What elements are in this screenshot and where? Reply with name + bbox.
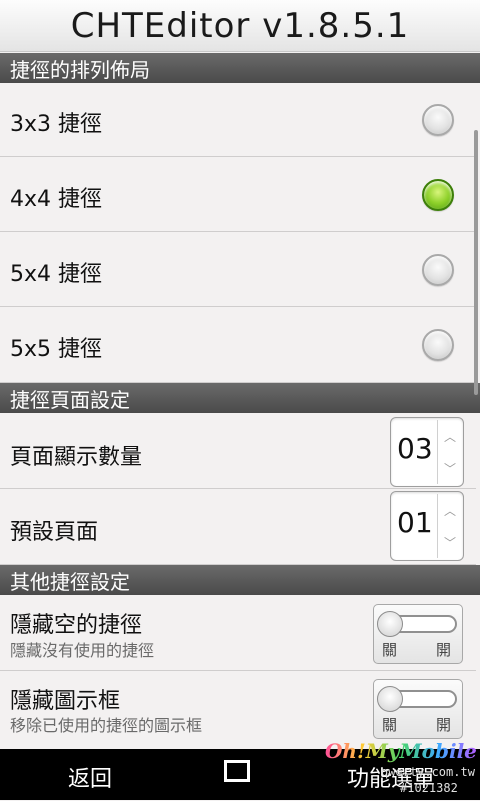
hide-icon-frame-title: 隱藏圖示框	[10, 689, 121, 714]
toggle-off-label: 關	[382, 716, 398, 734]
layout-option-label: 5x4 捷徑	[10, 262, 103, 287]
default-page-value: 01	[397, 506, 433, 539]
hide-empty-subtitle: 隱藏沒有使用的捷徑	[10, 641, 155, 660]
layout-option-4x4[interactable]: 4x4 捷徑	[0, 157, 476, 232]
section-header-page: 捷徑頁面設定	[0, 383, 480, 413]
radio-button[interactable]	[422, 329, 454, 361]
hide-empty-toggle[interactable]: 關 開	[373, 604, 463, 664]
stepper-arrows: ︿ ﹀	[437, 420, 461, 484]
page-count-row: 頁面顯示數量 03 ︿ ﹀	[0, 413, 476, 489]
radio-button-selected[interactable]	[422, 179, 454, 211]
chevron-down-icon[interactable]: ﹀	[438, 452, 462, 484]
chevron-up-icon[interactable]: ︿	[438, 494, 462, 526]
toggle-knob[interactable]	[377, 611, 403, 637]
page-count-stepper[interactable]: 03 ︿ ﹀	[390, 417, 464, 487]
title-bar: CHTEditor v1.8.5.1	[0, 0, 480, 52]
default-page-row: 預設頁面 01 ︿ ﹀	[0, 489, 476, 565]
stepper-arrows: ︿ ﹀	[437, 494, 461, 558]
layout-option-3x3[interactable]: 3x3 捷徑	[0, 83, 476, 157]
radio-button[interactable]	[422, 254, 454, 286]
layout-option-label: 5x5 捷徑	[10, 337, 103, 362]
toggle-on-label: 開	[436, 716, 452, 734]
radio-button[interactable]	[422, 104, 454, 136]
layout-option-label: 4x4 捷徑	[10, 187, 103, 212]
chevron-up-icon[interactable]: ︿	[438, 420, 462, 452]
page-count-value: 03	[397, 432, 433, 465]
hide-icon-frame-subtitle: 移除已使用的捷徑的圖示框	[10, 716, 203, 735]
toggle-knob[interactable]	[377, 686, 403, 712]
default-page-label: 預設頁面	[10, 520, 99, 545]
default-page-stepper[interactable]: 01 ︿ ﹀	[390, 491, 464, 561]
section-header-layout: 捷徑的排列佈局	[0, 53, 480, 83]
toggle-off-label: 關	[382, 641, 398, 659]
back-button[interactable]: 返回	[68, 761, 112, 793]
section-header-other: 其他捷徑設定	[0, 565, 480, 595]
hide-empty-title: 隱藏空的捷徑	[10, 613, 143, 638]
hide-empty-row[interactable]: 隱藏空的捷徑 隱藏沒有使用的捷徑 關 開	[0, 595, 476, 671]
bottom-navbar: 返回 功能選單	[0, 749, 480, 800]
layout-option-label: 3x3 捷徑	[10, 112, 103, 137]
home-icon[interactable]	[224, 760, 250, 782]
hide-icon-frame-row[interactable]: 隱藏圖示框 移除已使用的捷徑的圖示框 關 開	[0, 671, 476, 749]
page-count-label: 頁面顯示數量	[10, 445, 143, 470]
chevron-down-icon[interactable]: ﹀	[438, 526, 462, 558]
scrollbar[interactable]	[474, 130, 478, 395]
hide-icon-frame-toggle[interactable]: 關 開	[373, 679, 463, 739]
toggle-on-label: 開	[436, 641, 452, 659]
layout-option-5x5[interactable]: 5x5 捷徑	[0, 307, 476, 383]
app-title: CHTEditor v1.8.5.1	[70, 5, 410, 46]
menu-button[interactable]: 功能選單	[347, 761, 435, 793]
layout-option-5x4[interactable]: 5x4 捷徑	[0, 232, 476, 307]
